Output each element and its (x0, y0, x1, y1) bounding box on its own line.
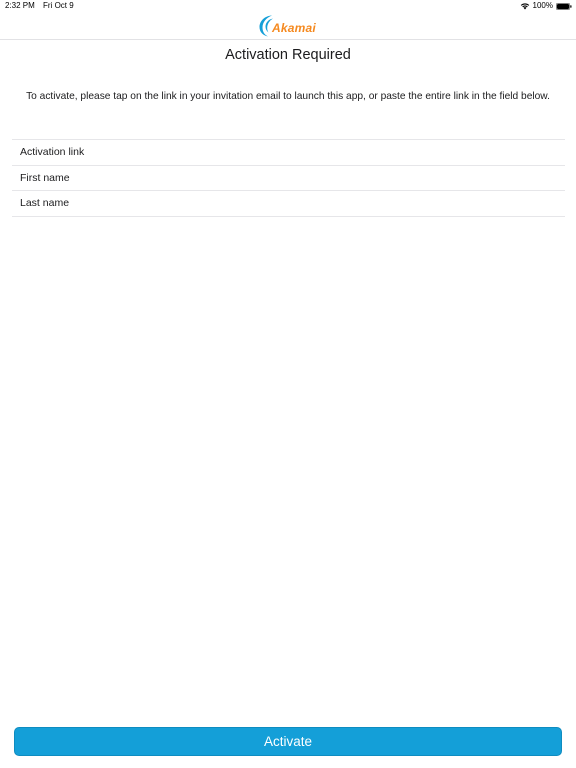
first-name-row (12, 166, 565, 191)
battery-percent: 100% (532, 1, 553, 10)
page-title: Activation Required (225, 47, 351, 63)
activation-form (12, 139, 565, 217)
status-left: 2:32 PM Fri Oct 9 (5, 0, 80, 12)
akamai-logo: Akamai (258, 14, 320, 38)
logo-text: Akamai (272, 21, 316, 35)
status-time: 2:32 PM (5, 1, 35, 10)
activation-link-input[interactable] (20, 146, 565, 159)
battery-icon (556, 2, 572, 10)
activation-link-row (12, 140, 565, 166)
last-name-row (12, 191, 565, 217)
instructions-text: To activate, please tap on the link in y… (26, 91, 550, 102)
first-name-input[interactable] (20, 171, 565, 184)
activation-screen: 2:32 PM Fri Oct 9 100% Akamai Activation… (0, 0, 576, 768)
status-right: 100% (520, 0, 572, 12)
activate-button[interactable]: Activate (14, 727, 562, 756)
nav-bar: Akamai (0, 12, 576, 40)
wifi-icon (520, 3, 529, 10)
status-bar: 2:32 PM Fri Oct 9 100% (0, 0, 576, 12)
last-name-input[interactable] (20, 197, 565, 210)
status-date: Fri Oct 9 (43, 1, 74, 10)
